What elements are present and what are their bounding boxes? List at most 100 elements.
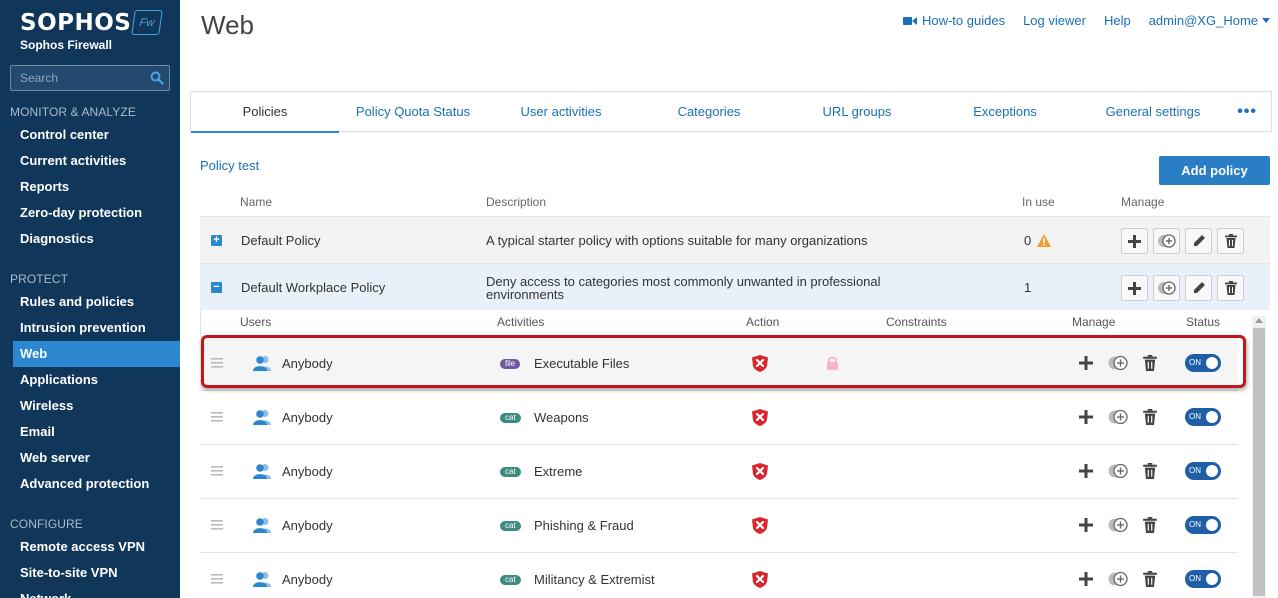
help-link[interactable]: Help <box>1104 13 1131 28</box>
tab-policies[interactable]: Policies <box>191 92 339 133</box>
toggle-knob <box>1206 411 1218 423</box>
in-use-count: 0 <box>1024 233 1032 248</box>
nav-intrusion-prevention[interactable]: Intrusion prevention <box>0 315 180 341</box>
policy-row[interactable]: − Default Workplace Policy Deny access t… <box>200 263 1270 310</box>
nav-remote-access-vpn[interactable]: Remote access VPN <box>0 534 180 560</box>
deny-shield-icon <box>752 517 768 534</box>
policy-test-link[interactable]: Policy test <box>200 158 259 173</box>
edit-button[interactable] <box>1185 228 1212 254</box>
tab-general-settings[interactable]: General settings <box>1079 92 1227 132</box>
user-group-icon <box>253 518 271 533</box>
collapse-icon[interactable]: − <box>211 282 222 293</box>
clone-icon[interactable] <box>1107 463 1129 479</box>
rule-row[interactable]: Anybody file Executable Files ON <box>200 336 1238 390</box>
nav-rules-and-policies[interactable]: Rules and policies <box>0 289 180 315</box>
plus-icon[interactable] <box>1078 355 1094 371</box>
toggle-label: ON <box>1189 358 1201 367</box>
add-rule-button[interactable] <box>1121 228 1148 254</box>
edit-button[interactable] <box>1185 275 1212 301</box>
trash-icon[interactable] <box>1142 463 1158 479</box>
clone-button[interactable] <box>1153 228 1180 254</box>
plus-icon[interactable] <box>1078 571 1094 587</box>
rule-user: Anybody <box>282 356 333 371</box>
nav-control-center[interactable]: Control center <box>0 122 180 148</box>
nav-section-protect: PROTECT <box>10 272 69 286</box>
drag-handle-icon[interactable] <box>211 574 223 584</box>
search-input[interactable] <box>11 66 141 90</box>
how-to-guides-link[interactable]: How-to guides <box>902 13 1005 28</box>
clone-icon[interactable] <box>1107 517 1129 533</box>
trash-icon[interactable] <box>1142 517 1158 533</box>
account-menu[interactable]: admin@XG_Home <box>1149 13 1270 28</box>
nav-web-server[interactable]: Web server <box>0 445 180 471</box>
rule-row[interactable]: Anybody cat Militancy & Extremist ON <box>200 552 1238 598</box>
scrollbar[interactable] <box>1252 316 1266 598</box>
drag-handle-icon[interactable] <box>211 358 223 368</box>
tab-policy-quota-status[interactable]: Policy Quota Status <box>339 92 487 132</box>
tab-user-activities[interactable]: User activities <box>487 92 635 132</box>
user-group-icon <box>253 572 271 587</box>
status-toggle[interactable]: ON <box>1185 462 1221 480</box>
trash-icon[interactable] <box>1142 355 1158 371</box>
toggle-knob <box>1206 465 1218 477</box>
nav-advanced-protection[interactable]: Advanced protection <box>0 471 180 497</box>
nav-applications[interactable]: Applications <box>0 367 180 393</box>
status-toggle[interactable]: ON <box>1185 516 1221 534</box>
nav-reports[interactable]: Reports <box>0 174 180 200</box>
delete-button[interactable] <box>1217 275 1244 301</box>
drag-handle-icon[interactable] <box>211 520 223 530</box>
rule-activity: Extreme <box>534 464 583 479</box>
status-toggle[interactable]: ON <box>1185 408 1221 426</box>
search-icon[interactable] <box>150 71 164 85</box>
drag-handle-icon[interactable] <box>211 412 223 422</box>
delete-button[interactable] <box>1217 228 1244 254</box>
clone-icon[interactable] <box>1107 355 1129 371</box>
tab-exceptions[interactable]: Exceptions <box>931 92 1079 132</box>
nav-diagnostics[interactable]: Diagnostics <box>0 226 180 252</box>
clone-icon <box>1157 281 1176 295</box>
rule-row[interactable]: Anybody cat Extreme ON <box>200 444 1238 498</box>
rule-row[interactable]: Anybody cat Phishing & Fraud ON <box>200 498 1238 552</box>
plus-icon[interactable] <box>1078 517 1094 533</box>
more-tabs-button[interactable]: ••• <box>1237 103 1257 121</box>
status-toggle[interactable]: ON <box>1185 570 1221 588</box>
rule-user: Anybody <box>282 572 333 587</box>
video-camera-icon <box>902 16 917 25</box>
scroll-up-icon[interactable] <box>1255 318 1263 323</box>
trash-icon[interactable] <box>1142 409 1158 425</box>
deny-shield-icon <box>752 409 768 426</box>
in-use-count: 1 <box>1024 280 1032 295</box>
activity-type-tag: cat <box>500 521 521 531</box>
nav-email[interactable]: Email <box>0 419 180 445</box>
add-policy-button[interactable]: Add policy <box>1159 156 1270 185</box>
rule-row[interactable]: Anybody cat Weapons ON <box>200 390 1238 444</box>
drag-handle-icon[interactable] <box>211 466 223 476</box>
scroll-thumb[interactable] <box>1253 328 1265 596</box>
expand-icon[interactable]: + <box>211 235 222 246</box>
policy-row[interactable]: + Default Policy A typical starter polic… <box>200 216 1270 263</box>
clone-icon[interactable] <box>1107 571 1129 587</box>
plus-icon[interactable] <box>1078 463 1094 479</box>
nav-current-activities[interactable]: Current activities <box>0 148 180 174</box>
pencil-icon <box>1193 235 1205 246</box>
add-rule-button[interactable] <box>1121 275 1148 301</box>
nav-web[interactable]: Web <box>13 341 180 367</box>
plus-icon[interactable] <box>1078 409 1094 425</box>
log-viewer-link[interactable]: Log viewer <box>1023 13 1086 28</box>
trash-icon <box>1224 234 1237 248</box>
tab-categories[interactable]: Categories <box>635 92 783 132</box>
activity-type-tag: cat <box>500 575 521 585</box>
status-toggle[interactable]: ON <box>1185 354 1221 372</box>
top-links: How-to guides Log viewer Help admin@XG_H… <box>885 13 1270 28</box>
nav-wireless[interactable]: Wireless <box>0 393 180 419</box>
nav-network[interactable]: Network <box>0 586 180 598</box>
nav-zero-day-protection[interactable]: Zero-day protection <box>0 200 180 226</box>
trash-icon[interactable] <box>1142 571 1158 587</box>
clone-button[interactable] <box>1153 275 1180 301</box>
tab-url-groups[interactable]: URL groups <box>783 92 931 132</box>
brand: SOPHOS Sophos Firewall <box>20 10 131 52</box>
rule-activity: Phishing & Fraud <box>534 518 634 533</box>
toggle-knob <box>1206 573 1218 585</box>
nav-site-to-site-vpn[interactable]: Site-to-site VPN <box>0 560 180 586</box>
clone-icon[interactable] <box>1107 409 1129 425</box>
